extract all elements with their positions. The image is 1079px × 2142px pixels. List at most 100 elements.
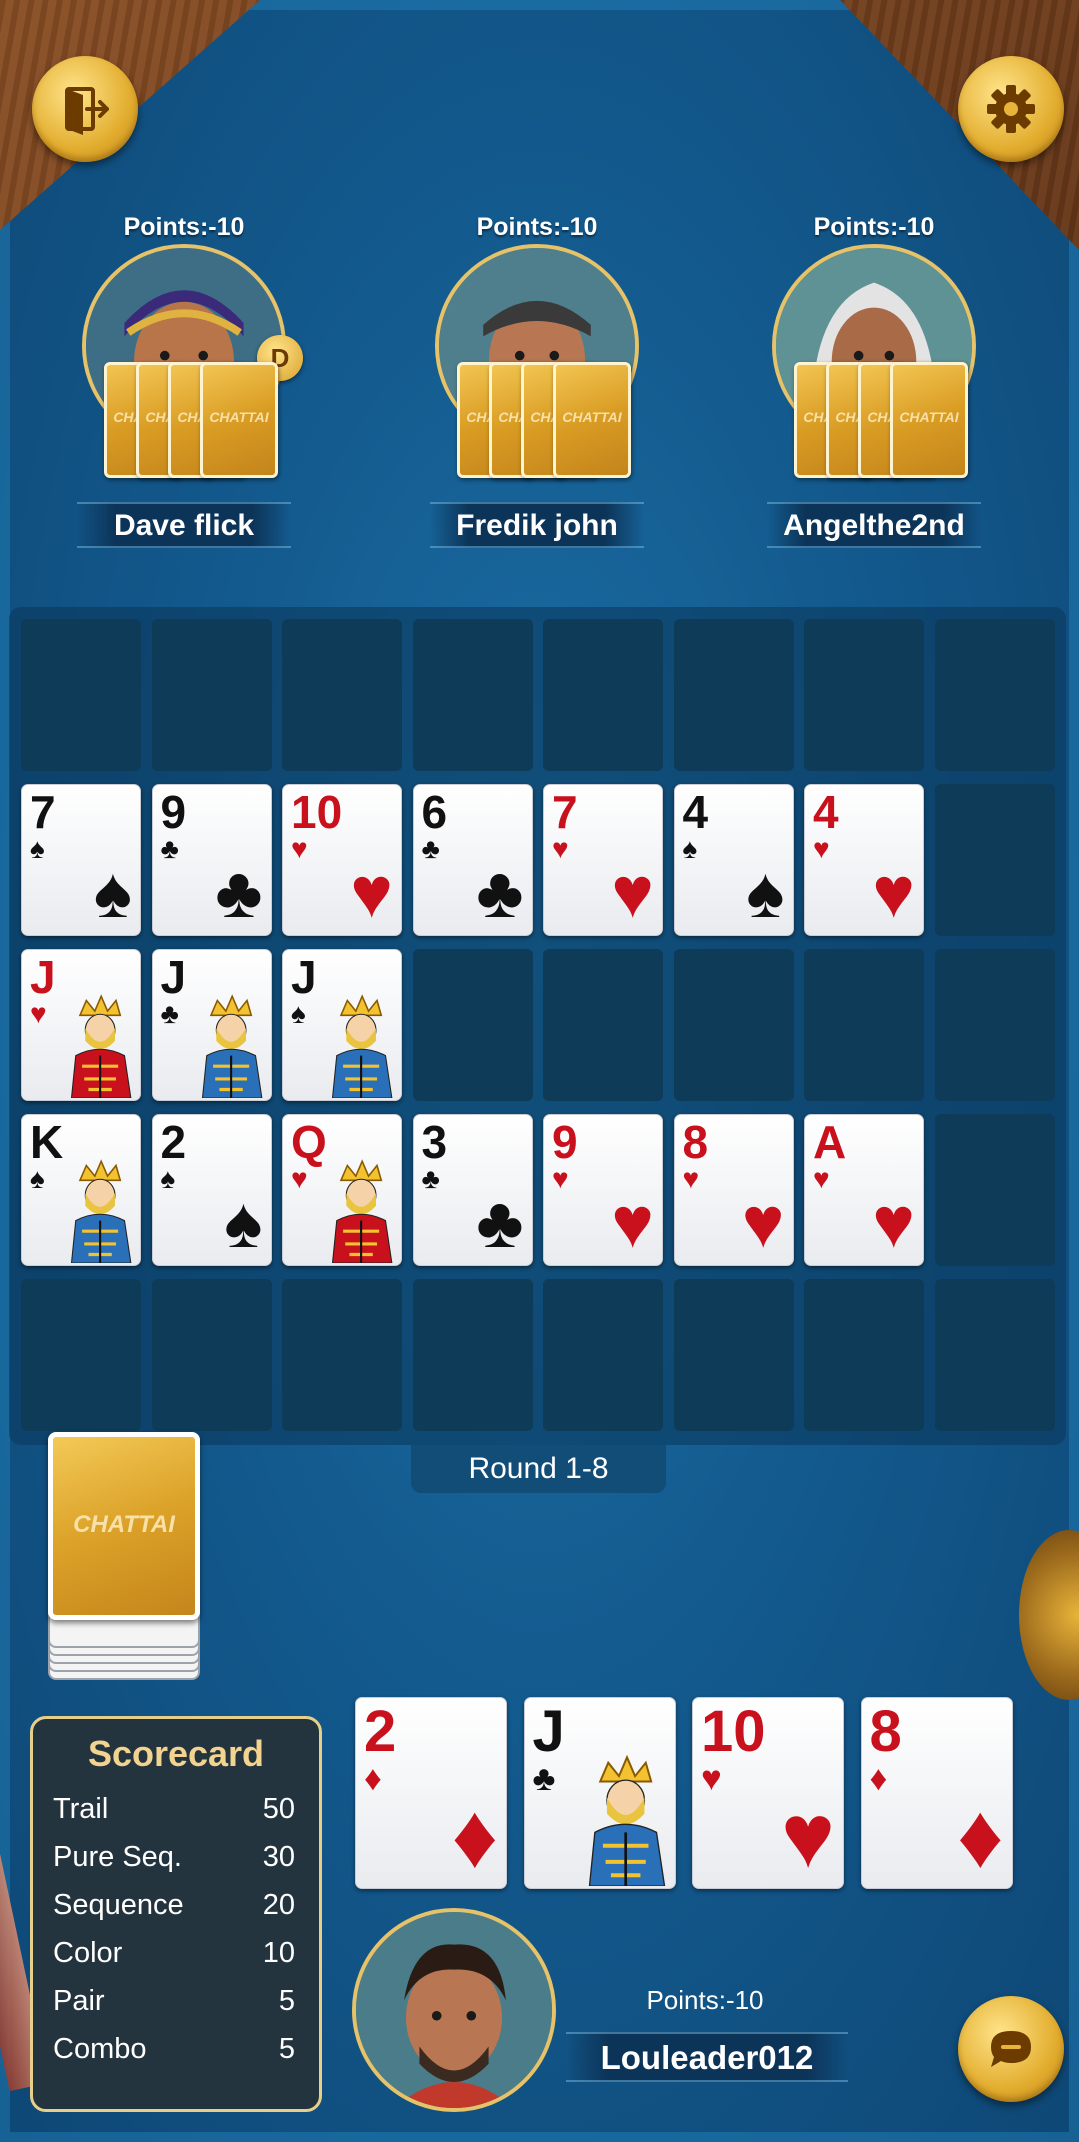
face-card-figure xyxy=(201,994,262,1098)
board-card[interactable]: J ♠ xyxy=(282,949,402,1101)
card-rank: 10 xyxy=(701,1699,766,1764)
card-suit-small: ♣ xyxy=(160,833,179,864)
player-avatar[interactable] xyxy=(352,1908,556,2112)
score-label: Combo xyxy=(53,2032,147,2065)
board-card[interactable]: 4 ♠ ♠ xyxy=(673,784,794,936)
opponent-points: Points:-10 xyxy=(476,213,598,241)
card-rank: 10 xyxy=(291,786,343,838)
board-slot[interactable] xyxy=(21,619,141,771)
board-card[interactable]: 9 ♥ ♥ xyxy=(543,1114,663,1266)
board-card[interactable]: A ♥ ♥ xyxy=(804,1114,924,1266)
board-card[interactable]: K ♠ xyxy=(21,1114,141,1266)
card-back: CHATTAI xyxy=(890,362,968,478)
draw-deck[interactable]: CHATTAI xyxy=(48,1432,202,1680)
hand-card[interactable]: J ♣ xyxy=(523,1697,676,1889)
board-slot[interactable] xyxy=(412,1279,533,1431)
opponent-seat-2: Points:-10 CHATTAI CHATTAI CHATTAI CHATT… xyxy=(407,210,667,570)
board-card[interactable]: 4 ♥ ♥ xyxy=(804,784,924,936)
opponent-hand: CHATTAI CHATTAI CHATTAI CHATTAI xyxy=(447,362,631,478)
card-rank: 7 xyxy=(552,786,578,838)
hand-card[interactable]: 10 ♥ ♥ xyxy=(692,1697,844,1889)
board-slot[interactable] xyxy=(804,619,924,771)
player-points: Points:-10 xyxy=(646,1985,764,2015)
card-suit-small: ♦ xyxy=(869,1759,888,1798)
opponent-hand: CHATTAI CHATTAI CHATTAI CHATTAI xyxy=(784,362,968,478)
card-rank: 9 xyxy=(552,1116,578,1168)
card-back-logo: CHATTAI xyxy=(209,409,269,425)
board-slot[interactable] xyxy=(543,949,663,1101)
settings-button[interactable] xyxy=(958,56,1064,162)
board-slot[interactable] xyxy=(282,1279,402,1431)
card-back-logo: CHATTAI xyxy=(562,409,622,425)
card-back-logo: CHATTAI xyxy=(73,1511,175,1538)
hand-card[interactable]: 8 ♦ ♦ xyxy=(860,1697,1013,1889)
score-value: 50 xyxy=(262,1792,295,1825)
scorecard-row: Trail 50 xyxy=(33,1785,319,1833)
board-slot[interactable] xyxy=(934,1279,1055,1431)
exit-button[interactable] xyxy=(32,56,138,162)
card-suit-small: ♥ xyxy=(701,1759,722,1798)
opponent-points: Points:-10 xyxy=(813,213,935,241)
card-rank: K xyxy=(30,1116,64,1168)
board-slot[interactable] xyxy=(543,1279,663,1431)
board-slot[interactable] xyxy=(21,1279,141,1431)
card-rank: 9 xyxy=(160,786,187,838)
board-slot[interactable] xyxy=(934,949,1055,1101)
board-slot[interactable] xyxy=(151,619,272,771)
exit-door-icon xyxy=(65,87,109,135)
board-card[interactable]: J ♣ xyxy=(151,949,272,1101)
board-card[interactable]: 7 ♥ ♥ xyxy=(543,784,663,936)
scorecard-row: Pair 5 xyxy=(33,1977,319,2025)
deck-top-card: CHATTAI xyxy=(48,1432,200,1620)
opponent-seat-1: Points:-10 D CHATTAI CHATTAI CHATTAI CHA… xyxy=(54,210,314,570)
face-card-figure xyxy=(331,994,393,1098)
scorecard-row: Sequence 20 xyxy=(33,1881,319,1929)
board-card[interactable]: 3 ♣ ♣ xyxy=(412,1114,533,1266)
scorecard-row: Pure Seq. 30 xyxy=(33,1833,319,1881)
board-slot[interactable] xyxy=(804,949,924,1101)
card-suit-small: ♥ xyxy=(813,1163,830,1194)
board-slot[interactable] xyxy=(543,619,663,771)
board-slot[interactable] xyxy=(412,619,533,771)
board-slot[interactable] xyxy=(934,784,1055,936)
board-card[interactable]: 10 ♥ ♥ xyxy=(282,784,402,936)
hand-card[interactable]: 2 ♦ ♦ xyxy=(355,1697,507,1889)
opponent-points: Points:-10 xyxy=(123,213,245,241)
card-suit-large: ♥ xyxy=(741,1183,785,1263)
card-suit-large: ♥ xyxy=(611,853,654,933)
board-slot[interactable] xyxy=(673,619,794,771)
card-suit-large: ♣ xyxy=(476,1183,524,1263)
card-suit-small: ♠ xyxy=(30,1163,45,1194)
scorecard-row: Combo 5 xyxy=(33,2025,319,2073)
board-card[interactable]: 9 ♣ ♣ xyxy=(151,784,272,936)
card-suit-large: ♠ xyxy=(746,853,785,933)
score-value: 5 xyxy=(278,1984,295,2017)
board-slot[interactable] xyxy=(934,619,1055,771)
board-slot[interactable] xyxy=(151,1279,272,1431)
card-rank: 8 xyxy=(682,1116,709,1168)
card-suit-small: ♦ xyxy=(364,1759,382,1798)
board-card[interactable]: J ♥ xyxy=(21,949,141,1101)
card-back: CHATTAI xyxy=(553,362,631,478)
board-slot[interactable] xyxy=(412,949,533,1101)
scorecard-row: Color 10 xyxy=(33,1929,319,1977)
board-card[interactable]: Q ♥ xyxy=(282,1114,402,1266)
card-rank: J xyxy=(30,951,56,1003)
chat-button[interactable] xyxy=(958,1996,1064,2102)
face-card-figure xyxy=(588,1754,665,1886)
board-slot[interactable] xyxy=(934,1114,1055,1266)
board-card[interactable]: 8 ♥ ♥ xyxy=(673,1114,794,1266)
board-slot[interactable] xyxy=(673,949,794,1101)
board-slot[interactable] xyxy=(673,1279,794,1431)
opponent-name: Angelthe2nd xyxy=(767,502,981,548)
board-card[interactable]: 6 ♣ ♣ xyxy=(412,784,533,936)
board-card[interactable]: 7 ♠ ♠ xyxy=(21,784,141,936)
opponent-seat-3: Points:-10 CHATTAI CHATTAI CHATTAI CHATT… xyxy=(744,210,1004,570)
card-suit-small: ♣ xyxy=(160,998,179,1029)
card-suit-small: ♠ xyxy=(291,998,306,1029)
board-slot[interactable] xyxy=(282,619,402,771)
score-value: 10 xyxy=(262,1936,295,1969)
board-card[interactable]: 2 ♠ ♠ xyxy=(151,1114,272,1266)
board-slot[interactable] xyxy=(804,1279,924,1431)
player-name: Louleader012 xyxy=(566,2032,848,2082)
